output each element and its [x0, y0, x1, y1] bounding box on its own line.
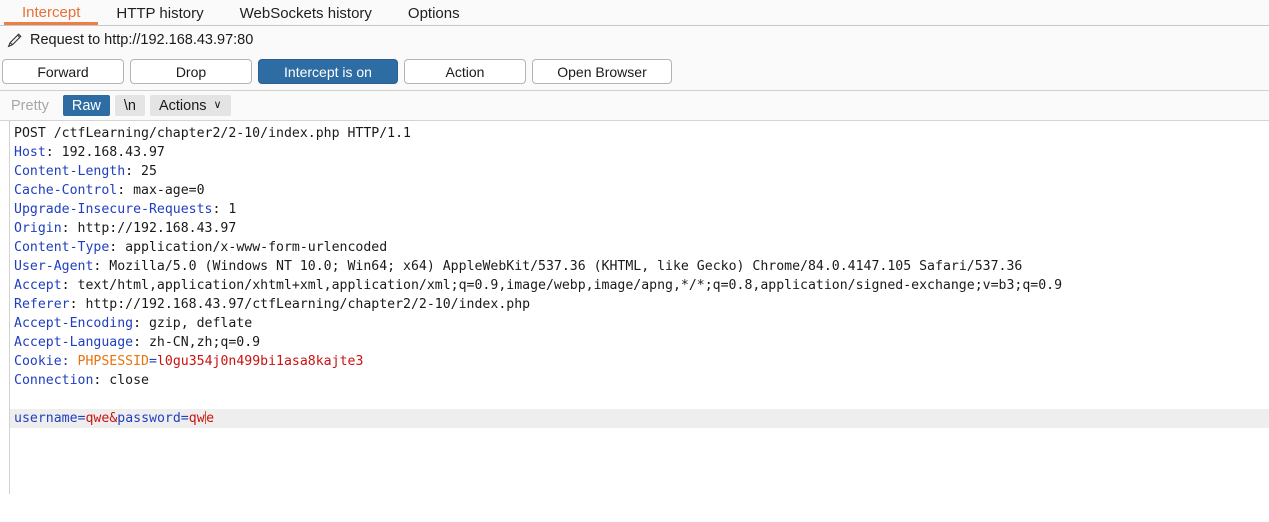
view-mode-pretty[interactable]: Pretty [2, 95, 58, 116]
pencil-icon [7, 32, 22, 47]
header-name: Referer [14, 297, 70, 312]
header-value: : Mozilla/5.0 (Windows NT 10.0; Win64; x… [93, 259, 1023, 274]
view-mode-bar: Pretty Raw \n Actions ∨ [0, 91, 1269, 121]
request-title-bar: Request to http://192.168.43.97:80 [0, 26, 1269, 53]
header-name: Cookie: [14, 354, 78, 369]
line-text: username=qwe&password=qw e [14, 409, 214, 428]
header-value: : 192.168.43.97 [45, 145, 165, 160]
editor-line[interactable]: 8User-Agent: Mozilla/5.0 (Windows NT 10.… [0, 257, 1269, 276]
editor-line[interactable]: 13Cookie: PHPSESSID=l0gu354j0n499bi1asa8… [0, 352, 1269, 371]
line-text: Connection: close [14, 371, 149, 390]
tab-websockets-history[interactable]: WebSockets history [222, 6, 390, 25]
header-value: : zh-CN,zh;q=0.9 [133, 335, 261, 350]
header-name: Origin [14, 221, 62, 236]
open-browser-button[interactable]: Open Browser [532, 59, 672, 84]
request-editor[interactable]: 1POST /ctfLearning/chapter2/2-10/index.p… [0, 121, 1269, 494]
line-text: Cookie: PHPSESSID=l0gu354j0n499bi1asa8ka… [14, 352, 363, 371]
tab-options[interactable]: Options [390, 6, 478, 25]
editor-line[interactable]: 12Accept-Language: zh-CN,zh;q=0.9 [0, 333, 1269, 352]
editor-line[interactable]: 3Content-Length: 25 [0, 162, 1269, 181]
header-name: User-Agent [14, 259, 94, 274]
editor-line[interactable]: 14Connection: close [0, 371, 1269, 390]
line-text: Accept: text/html,application/xhtml+xml,… [14, 276, 1062, 295]
editor-line[interactable]: 5Upgrade-Insecure-Requests: 1 [0, 200, 1269, 219]
header-value: : http://192.168.43.97 [61, 221, 237, 236]
tab-http-history[interactable]: HTTP history [98, 6, 221, 25]
tab-intercept[interactable]: Intercept [4, 5, 99, 25]
editor-line[interactable]: 9Accept: text/html,application/xhtml+xml… [0, 276, 1269, 295]
editor-actions-label: Actions [158, 97, 207, 114]
header-name: Host [14, 145, 46, 160]
line-text: Content-Type: application/x-www-form-url… [14, 238, 387, 257]
header-name: Upgrade-Insecure-Requests [14, 202, 213, 217]
editor-line[interactable]: 10Referer: http://192.168.43.97/ctfLearn… [0, 295, 1269, 314]
action-button[interactable]: Action [404, 59, 526, 84]
header-name: Content-Type [14, 240, 110, 255]
header-value: : max-age=0 [117, 183, 205, 198]
editor-line[interactable]: 4Cache-Control: max-age=0 [0, 181, 1269, 200]
editor-line[interactable]: 6Origin: http://192.168.43.97 [0, 219, 1269, 238]
line-text: User-Agent: Mozilla/5.0 (Windows NT 10.0… [14, 257, 1022, 276]
line-text: Upgrade-Insecure-Requests: 1 [14, 200, 236, 219]
intercept-action-bar: Forward Drop Intercept is on Action Open… [0, 53, 1269, 91]
param-name: username [14, 411, 78, 426]
header-name: Accept-Encoding [14, 316, 134, 331]
request-line: POST /ctfLearning/chapter2/2-10/index.ph… [14, 126, 411, 141]
line-text: POST /ctfLearning/chapter2/2-10/index.ph… [14, 124, 411, 143]
editor-line[interactable]: 11Accept-Encoding: gzip, deflate [0, 314, 1269, 333]
header-name: Content-Length [14, 164, 126, 179]
header-name: Accept [14, 278, 62, 293]
header-name: Connection [14, 373, 94, 388]
editor-line[interactable]: 2Host: 192.168.43.97 [0, 143, 1269, 162]
line-text: Host: 192.168.43.97 [14, 143, 165, 162]
editor-line[interactable]: 7Content-Type: application/x-www-form-ur… [0, 238, 1269, 257]
line-text: Accept-Language: zh-CN,zh;q=0.9 [14, 333, 260, 352]
forward-button[interactable]: Forward [2, 59, 124, 84]
line-text: Cache-Control: max-age=0 [14, 181, 205, 200]
header-name: Accept-Language [14, 335, 134, 350]
request-text-content[interactable]: 1POST /ctfLearning/chapter2/2-10/index.p… [0, 121, 1269, 494]
drop-button[interactable]: Drop [130, 59, 252, 84]
editor-actions-menu[interactable]: Actions ∨ [149, 95, 231, 116]
param-name: password [117, 411, 181, 426]
line-text: Content-Length: 25 [14, 162, 157, 181]
view-mode-raw[interactable]: Raw [62, 95, 110, 116]
line-text: Origin: http://192.168.43.97 [14, 219, 236, 238]
line-number-gutter [0, 121, 10, 494]
param-equals: = [180, 411, 189, 426]
editor-line[interactable]: 15 [0, 390, 1269, 409]
header-value: : http://192.168.43.97/ctfLearning/chapt… [69, 297, 531, 312]
header-value: : 25 [125, 164, 157, 179]
request-target-title: Request to http://192.168.43.97:80 [30, 31, 254, 48]
header-value: : text/html,application/xhtml+xml,applic… [61, 278, 1063, 293]
view-mode-newline[interactable]: \n [114, 95, 145, 116]
header-value: : application/x-www-form-urlencoded [109, 240, 388, 255]
header-name: Cache-Control [14, 183, 118, 198]
main-tab-bar: Intercept HTTP history WebSockets histor… [0, 0, 1269, 26]
header-value: : gzip, deflate [133, 316, 253, 331]
cookie-name: PHPSESSID [77, 354, 149, 369]
cookie-equals: = [149, 354, 157, 369]
chevron-down-icon: ∨ [213, 99, 222, 111]
line-text: Accept-Encoding: gzip, deflate [14, 314, 252, 333]
intercept-toggle-button[interactable]: Intercept is on [258, 59, 398, 84]
param-value: qw [188, 411, 205, 426]
header-value: : close [93, 373, 149, 388]
cookie-value: l0gu354j0n499bi1asa8kajte3 [156, 354, 364, 369]
header-value: : 1 [212, 202, 237, 217]
param-value: e [206, 411, 215, 426]
param-value: qwe [85, 411, 110, 426]
editor-line[interactable]: 1POST /ctfLearning/chapter2/2-10/index.p… [0, 124, 1269, 143]
editor-line[interactable]: 16username=qwe&password=qwe [0, 409, 1269, 428]
line-text: Referer: http://192.168.43.97/ctfLearnin… [14, 295, 530, 314]
